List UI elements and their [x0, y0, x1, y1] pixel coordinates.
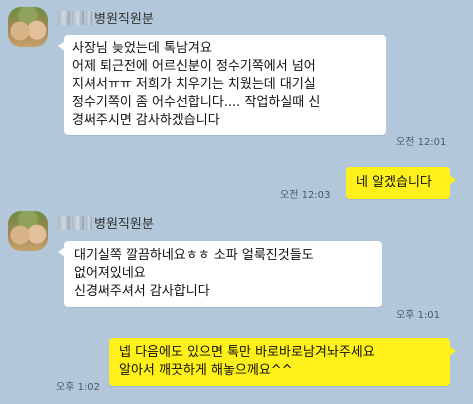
message-line: 없어져있네요: [74, 266, 146, 281]
message-line: 정수기쪽이 좀 어수선합니다.... 작업하실때 신: [72, 95, 321, 110]
message-line: 신경써주셔서 감사합니다: [74, 284, 210, 299]
redacted-name-mark: [72, 215, 84, 230]
message-time: 오전 12:03: [280, 190, 331, 201]
sent-message-bubble[interactable]: 네 알겠습니다: [346, 167, 456, 199]
redacted-name-mark: [58, 215, 70, 230]
redacted-name-mark: [72, 10, 84, 25]
profile-avatar[interactable]: [8, 7, 48, 47]
message-time: 오후 1:02: [56, 382, 101, 393]
sender-name: 병원직원분: [58, 8, 154, 27]
redacted-name-mark: [86, 10, 92, 25]
profile-avatar[interactable]: [8, 211, 48, 251]
redacted-name-mark: [86, 215, 92, 230]
message-time: 오전 12:01: [396, 137, 447, 148]
message-line: 네 알겠습니다: [356, 175, 432, 190]
message-line: 대기실쪽 깔끔하네요ㅎㅎ 소파 얼룩진것들도: [74, 248, 314, 263]
redacted-name-mark: [58, 10, 70, 25]
sent-message-bubble[interactable]: 넵 다음에도 있으면 톡만 바로바로남겨놔주세요 알아서 깨끗하게 해놓으께요^…: [109, 338, 456, 386]
sender-name-text: 병원직원분: [94, 12, 154, 27]
sender-name: 병원직원분: [58, 213, 154, 232]
message-line: 알아서 깨끗하게 해놓으께요^^: [119, 363, 293, 378]
message-line: 넵 다음에도 있으면 톡만 바로바로남겨놔주세요: [119, 345, 375, 360]
message-line: 사장님 늦었는데 톡남겨요: [72, 41, 212, 56]
message-time: 오후 1:01: [396, 310, 441, 321]
message-line: 경써주시면 감사하겠습니다: [72, 113, 220, 128]
received-message-bubble[interactable]: 대기실쪽 깔끔하네요ㅎㅎ 소파 얼룩진것들도 없어져있네요 신경써주셔서 감사합…: [58, 241, 382, 307]
received-message-bubble[interactable]: 사장님 늦었는데 톡남겨요 어제 퇴근전에 어르신분이 정수기쪽에서 넘어 지셔…: [58, 35, 386, 135]
sender-name-text: 병원직원분: [94, 217, 154, 232]
message-line: 어제 퇴근전에 어르신분이 정수기쪽에서 넘어: [72, 59, 316, 74]
message-line: 지셔서ㅠㅠ 저희가 치우기는 치웠는데 대기실: [72, 77, 316, 92]
